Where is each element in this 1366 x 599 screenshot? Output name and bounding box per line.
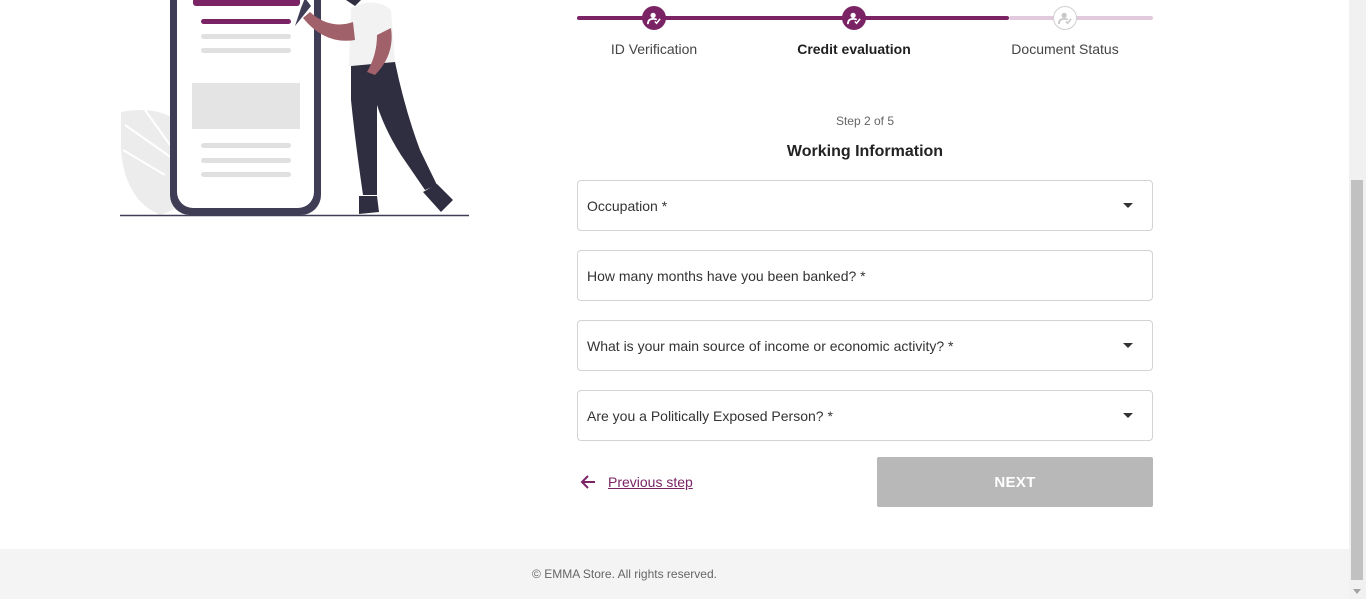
previous-step-link[interactable]: Previous step — [578, 470, 693, 494]
dropdown-arrow-icon — [1123, 203, 1133, 208]
progress-stepper: ID Verification Credit evaluation Docume… — [577, 0, 1153, 70]
arrow-left-icon — [580, 475, 595, 489]
page-scrollbar[interactable] — [1349, 0, 1366, 599]
step-id-verification-node — [642, 6, 666, 30]
occupation-label: Occupation * — [587, 197, 668, 214]
step-credit-evaluation-node — [842, 6, 866, 30]
politically-exposed-label: Are you a Politically Exposed Person? * — [587, 407, 833, 424]
politically-exposed-select[interactable]: Are you a Politically Exposed Person? * — [577, 390, 1153, 441]
occupation-select[interactable]: Occupation * — [577, 180, 1153, 231]
scroll-down-arrow-icon[interactable] — [1353, 589, 1361, 594]
income-source-select[interactable]: What is your main source of income or ec… — [577, 320, 1153, 371]
dropdown-arrow-icon — [1123, 413, 1133, 418]
step-label-credit-evaluation: Credit evaluation — [797, 41, 911, 57]
user-check-icon — [847, 12, 861, 25]
page: ID Verification Credit evaluation Docume… — [0, 0, 1349, 599]
scrollbar-thumb[interactable] — [1351, 180, 1363, 580]
footer: © EMMA Store. All rights reserved. — [0, 549, 1349, 599]
previous-step-label: Previous step — [608, 474, 693, 490]
months-banked-label: How many months have you been banked? * — [587, 267, 866, 284]
phone-illustration — [120, 0, 469, 217]
next-button[interactable]: NEXT — [877, 457, 1153, 507]
dropdown-arrow-icon — [1123, 343, 1133, 348]
months-banked-input[interactable]: How many months have you been banked? * — [577, 250, 1153, 301]
step-document-status-node — [1053, 6, 1077, 30]
step-indicator: Step 2 of 5 — [835, 114, 895, 128]
form-title: Working Information — [786, 143, 944, 160]
step-label-document-status: Document Status — [1011, 41, 1119, 57]
copyright-text: © EMMA Store. All rights reserved. — [532, 567, 717, 581]
step-label-id-verification: ID Verification — [610, 41, 698, 57]
income-source-label: What is your main source of income or ec… — [587, 337, 954, 354]
user-check-icon — [1058, 12, 1072, 25]
user-check-icon — [647, 12, 661, 25]
progress-track-remaining — [1009, 16, 1153, 20]
